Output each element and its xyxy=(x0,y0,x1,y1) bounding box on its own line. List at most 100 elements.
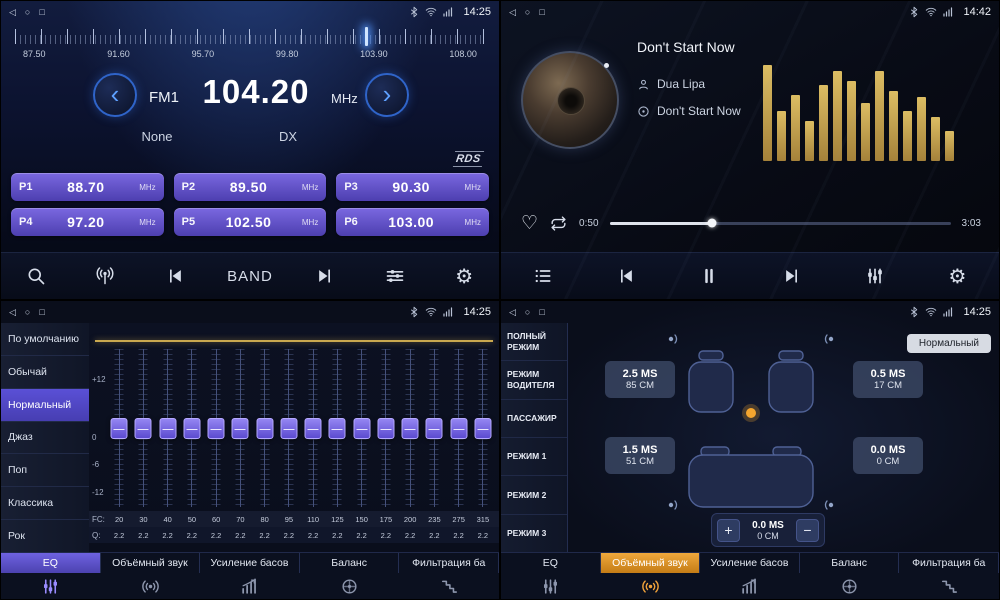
eq-band-slider[interactable] xyxy=(374,349,398,507)
eq-slider-thumb[interactable] xyxy=(183,418,200,439)
rear-right-delay[interactable]: 0.0 MS 0 CM xyxy=(853,437,923,474)
settings-button[interactable]: ⚙ xyxy=(935,256,981,296)
filter-icon[interactable] xyxy=(399,573,499,599)
seek-bar[interactable] xyxy=(610,222,951,225)
eq-preset-item[interactable]: Рок xyxy=(1,520,89,553)
eq-band-slider[interactable] xyxy=(447,349,471,507)
eq-slider-thumb[interactable] xyxy=(377,418,394,439)
eq-preset-item[interactable]: Обычай xyxy=(1,356,89,389)
eq-band-slider[interactable] xyxy=(422,349,446,507)
eq-slider-thumb[interactable] xyxy=(111,418,128,439)
front-left-delay[interactable]: 2.5 MS 85 CM xyxy=(605,361,675,398)
tab-surround-sound[interactable]: Объёмный звук xyxy=(101,553,201,573)
preset-button-p6[interactable]: P6103.00MHz xyxy=(336,208,489,236)
listening-mode-item[interactable]: ПОЛНЫЙ РЕЖИМ xyxy=(501,323,567,361)
recents-icon[interactable]: □ xyxy=(39,8,44,17)
eq-slider-thumb[interactable] xyxy=(232,418,249,439)
tab-balance[interactable]: Баланс xyxy=(300,553,400,573)
listening-mode-item[interactable]: ПАССАЖИР xyxy=(501,400,567,438)
recents-icon[interactable]: □ xyxy=(39,308,44,317)
home-icon[interactable]: ○ xyxy=(525,8,530,17)
eq-slider-thumb[interactable] xyxy=(280,418,297,439)
eq-sliders-icon[interactable] xyxy=(501,573,601,599)
balance-icon[interactable] xyxy=(300,573,400,599)
eq-slider-thumb[interactable] xyxy=(208,418,225,439)
balance-icon[interactable] xyxy=(800,573,900,599)
listening-mode-item[interactable]: РЕЖИМ 1 xyxy=(501,438,567,476)
scan-button[interactable] xyxy=(13,256,59,296)
filter-icon[interactable] xyxy=(899,573,999,599)
eq-slider-thumb[interactable] xyxy=(450,418,467,439)
recents-icon[interactable]: □ xyxy=(539,308,544,317)
decrease-delay-button[interactable]: − xyxy=(796,519,819,542)
eq-slider-thumb[interactable] xyxy=(426,418,443,439)
home-icon[interactable]: ○ xyxy=(25,308,30,317)
eq-preset-item[interactable]: Классика xyxy=(1,487,89,520)
frequency-scale[interactable]: 87.5091.6095.7099.80103.90108.00 xyxy=(11,27,489,65)
eq-slider-thumb[interactable] xyxy=(402,418,419,439)
eq-slider-thumb[interactable] xyxy=(159,418,176,439)
bass-boost-icon[interactable] xyxy=(700,573,800,599)
preset-button-p1[interactable]: P188.70MHz xyxy=(11,173,164,201)
eq-band-slider[interactable] xyxy=(131,349,155,507)
tune-up-button[interactable]: › xyxy=(365,73,409,117)
tab-eq[interactable]: EQ xyxy=(1,553,101,573)
tab-bass-boost[interactable]: Усиление басов xyxy=(700,553,800,573)
tab-filter[interactable]: Фильтрация ба xyxy=(399,553,499,573)
listening-mode-item[interactable]: РЕЖИМ 3 xyxy=(501,515,567,553)
back-icon[interactable]: ◁ xyxy=(509,8,516,17)
home-icon[interactable]: ○ xyxy=(25,8,30,17)
tune-settings-button[interactable] xyxy=(372,256,418,296)
repeat-button[interactable] xyxy=(549,214,568,233)
eq-band-slider[interactable] xyxy=(325,349,349,507)
band-button[interactable]: BAND xyxy=(221,256,279,296)
eq-band-slider[interactable] xyxy=(253,349,277,507)
eq-slider-thumb[interactable] xyxy=(329,418,346,439)
preset-button-p2[interactable]: P289.50MHz xyxy=(174,173,327,201)
eq-band-slider[interactable] xyxy=(156,349,180,507)
seek-thumb[interactable] xyxy=(707,219,716,228)
bass-boost-icon[interactable] xyxy=(200,573,300,599)
eq-band-slider[interactable] xyxy=(350,349,374,507)
eq-band-slider[interactable] xyxy=(180,349,204,507)
preset-button-p5[interactable]: P5102.50MHz xyxy=(174,208,327,236)
front-right-delay[interactable]: 0.5 MS 17 CM xyxy=(853,361,923,398)
broadcast-button[interactable] xyxy=(82,256,128,296)
eq-slider-thumb[interactable] xyxy=(353,418,370,439)
eq-slider-thumb[interactable] xyxy=(256,418,273,439)
eq-slider-thumb[interactable] xyxy=(135,418,152,439)
preset-button-p3[interactable]: P390.30MHz xyxy=(336,173,489,201)
increase-delay-button[interactable]: + xyxy=(717,519,740,542)
surround-sound-icon[interactable] xyxy=(601,573,701,599)
eq-slider-thumb[interactable] xyxy=(305,418,322,439)
recents-icon[interactable]: □ xyxy=(539,8,544,17)
surround-sound-icon[interactable] xyxy=(101,573,201,599)
eq-band-slider[interactable] xyxy=(301,349,325,507)
settings-button[interactable]: ⚙ xyxy=(441,256,487,296)
listening-mode-item[interactable]: РЕЖИМ 2 xyxy=(501,476,567,514)
tab-eq[interactable]: EQ xyxy=(501,553,601,573)
eq-band-slider[interactable] xyxy=(398,349,422,507)
next-station-button[interactable] xyxy=(302,256,348,296)
playlist-button[interactable] xyxy=(520,256,566,296)
eq-preset-item[interactable]: Поп xyxy=(1,454,89,487)
eq-band-slider[interactable] xyxy=(471,349,495,507)
tab-balance[interactable]: Баланс xyxy=(800,553,900,573)
favorite-button[interactable]: ♡ xyxy=(521,214,538,233)
back-icon[interactable]: ◁ xyxy=(9,8,16,17)
profile-button[interactable]: Нормальный xyxy=(907,334,991,353)
back-icon[interactable]: ◁ xyxy=(509,308,516,317)
eq-settings-button[interactable] xyxy=(852,256,898,296)
eq-preset-item[interactable]: Джаз xyxy=(1,422,89,455)
listening-mode-item[interactable]: РЕЖИМ ВОДИТЕЛЯ xyxy=(501,361,567,399)
tab-bass-boost[interactable]: Усиление басов xyxy=(200,553,300,573)
eq-band-slider[interactable] xyxy=(277,349,301,507)
eq-slider-thumb[interactable] xyxy=(474,418,491,439)
tab-filter[interactable]: Фильтрация ба xyxy=(899,553,999,573)
tab-surround-sound[interactable]: Объёмный звук xyxy=(601,553,701,573)
tune-down-button[interactable]: ‹ xyxy=(93,73,137,117)
back-icon[interactable]: ◁ xyxy=(9,308,16,317)
eq-preset-item[interactable]: По умолчанию xyxy=(1,323,89,356)
preset-button-p4[interactable]: P497.20MHz xyxy=(11,208,164,236)
eq-band-slider[interactable] xyxy=(228,349,252,507)
